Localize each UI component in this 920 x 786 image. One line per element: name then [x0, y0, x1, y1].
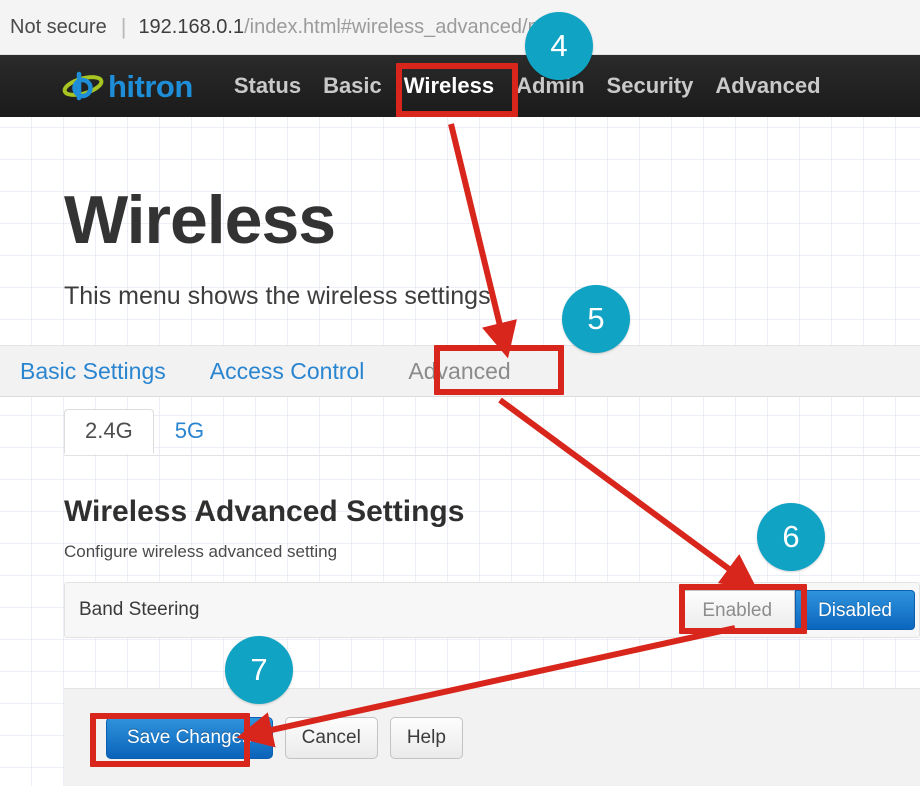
hitron-swirl-icon [62, 69, 104, 103]
band-steering-label: Band Steering [79, 599, 200, 620]
brand-logo-text: hitron [108, 68, 193, 104]
security-status-label: Not secure [10, 15, 107, 38]
section-heading: Wireless Advanced Settings [64, 495, 465, 528]
screenshot-root: Not secure | 192.168.0.1/index.html#wire… [0, 0, 920, 786]
nav-item-security[interactable]: Security [596, 69, 705, 103]
tab-access-control[interactable]: Access Control [188, 358, 387, 385]
main-navigation-bar: hitron Status Basic Wireless Admin Secur… [0, 55, 920, 117]
form-action-footer: Save Changes Cancel Help [64, 688, 920, 786]
address-bar-separator: | [120, 14, 127, 39]
nav-items: Status Basic Wireless Admin Security Adv… [223, 69, 832, 103]
page-subtitle: This menu shows the wireless settings [64, 282, 491, 310]
step-badge-6: 6 [757, 503, 825, 571]
brand-logo[interactable]: hitron [62, 69, 193, 103]
band-steering-disabled-option[interactable]: Disabled [795, 590, 915, 630]
browser-address-bar[interactable]: Not secure | 192.168.0.1/index.html#wire… [0, 0, 920, 55]
url-path-text: /index.html#wireless_advanced/m [244, 15, 545, 38]
nav-item-advanced[interactable]: Advanced [704, 69, 831, 103]
page-title: Wireless [64, 182, 336, 258]
band-steering-row: Band Steering Enabled Disabled [64, 582, 920, 638]
section-tab-strip: Basic Settings Access Control Advanced [0, 345, 920, 397]
nav-item-wireless[interactable]: Wireless [393, 69, 505, 103]
band-tab-5g[interactable]: 5G [154, 409, 225, 454]
band-steering-toggle-group: Enabled Disabled [679, 590, 915, 630]
url-host-text: 192.168.0.1 [138, 15, 245, 38]
band-tab-divider [64, 455, 920, 456]
band-steering-enabled-option[interactable]: Enabled [679, 590, 796, 630]
nav-item-status[interactable]: Status [223, 69, 312, 103]
band-tab-list: 2.4G 5G [64, 406, 920, 454]
help-button[interactable]: Help [389, 716, 463, 759]
save-changes-button[interactable]: Save Changes [106, 716, 273, 759]
tab-advanced[interactable]: Advanced [386, 358, 532, 385]
band-tab-24g[interactable]: 2.4G [64, 408, 154, 454]
section-description: Configure wireless advanced setting [64, 542, 338, 561]
cancel-button[interactable]: Cancel [284, 716, 378, 759]
nav-item-basic[interactable]: Basic [312, 69, 393, 103]
nav-item-admin[interactable]: Admin [505, 69, 595, 103]
step-badge-5: 5 [562, 285, 630, 353]
tab-basic-settings[interactable]: Basic Settings [0, 358, 188, 385]
